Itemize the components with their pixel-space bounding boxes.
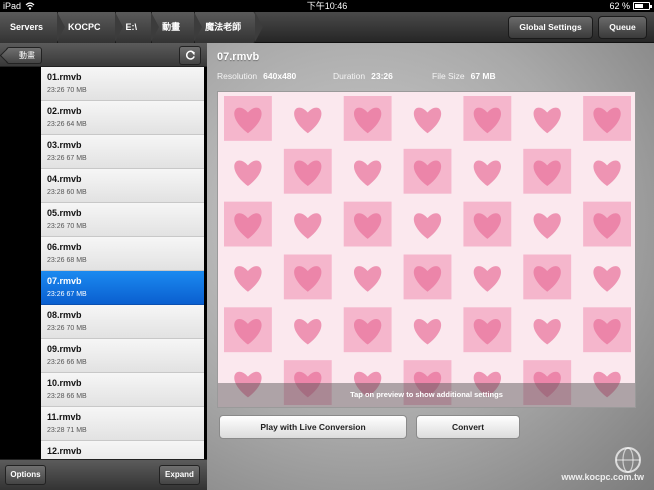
- file-name: 07.rmvb: [47, 276, 82, 286]
- file-row[interactable]: 08.rmvb 23:26 70 MB: [41, 305, 204, 339]
- file-size: 71 MB: [66, 427, 87, 434]
- file-duration: 23:26: [47, 87, 65, 94]
- file-name: 09.rmvb: [47, 344, 82, 354]
- file-name: 12.rmvb: [47, 446, 82, 456]
- play-live-conversion-button[interactable]: Play with Live Conversion: [219, 415, 407, 439]
- duration-info: Duration 23:26: [333, 71, 393, 81]
- file-list[interactable]: 01.rmvb 23:26 70 MB 02.rmvb 23:26 64 MB 03.r…: [41, 67, 204, 459]
- file-duration: 23:26: [47, 121, 65, 128]
- status-time: 下午10:46: [306, 1, 348, 11]
- file-name: 11.rmvb: [47, 412, 82, 422]
- breadcrumb-item[interactable]: Servers: [0, 12, 66, 43]
- file-duration: 23:28: [47, 427, 65, 434]
- file-name: 01.rmvb: [47, 72, 82, 82]
- global-settings-button[interactable]: Global Settings: [508, 16, 593, 39]
- file-title: 07.rmvb: [217, 51, 260, 63]
- file-name: 10.rmvb: [47, 378, 82, 388]
- file-row[interactable]: 12.rmvb: [41, 441, 204, 459]
- file-size: 67 MB: [66, 155, 87, 162]
- file-name: 02.rmvb: [47, 106, 82, 116]
- file-meta: 23:28 66 MB: [47, 393, 87, 400]
- back-button[interactable]: 動畫: [6, 47, 42, 64]
- file-row[interactable]: 07.rmvb 23:26 67 MB: [41, 271, 204, 305]
- file-row[interactable]: 11.rmvb 23:28 71 MB: [41, 407, 204, 441]
- file-row[interactable]: 01.rmvb 23:26 70 MB: [41, 67, 204, 101]
- refresh-icon: [185, 50, 195, 60]
- refresh-button[interactable]: [179, 46, 201, 65]
- file-duration: 23:26: [47, 359, 65, 366]
- file-name: 08.rmvb: [47, 310, 82, 320]
- convert-button[interactable]: Convert: [416, 415, 520, 439]
- breadcrumb-item[interactable]: 魔法老師: [195, 12, 264, 43]
- file-name: 03.rmvb: [47, 140, 82, 150]
- resolution-info: Resolution 640x480: [217, 71, 296, 81]
- breadcrumb-item[interactable]: KOCPC: [58, 12, 123, 43]
- expand-button[interactable]: Expand: [159, 465, 200, 485]
- file-meta: 23:28 71 MB: [47, 427, 87, 434]
- resolution-label: Resolution: [217, 71, 258, 81]
- preview-hint: Tap on preview to show additional settin…: [218, 383, 635, 407]
- file-meta: 23:26 70 MB: [47, 87, 87, 94]
- file-size: 67 MB: [66, 291, 87, 298]
- file-name: 05.rmvb: [47, 208, 82, 218]
- file-name: 06.rmvb: [47, 242, 82, 252]
- file-duration: 23:26: [47, 223, 65, 230]
- file-size: 70 MB: [66, 223, 87, 230]
- file-row[interactable]: 06.rmvb 23:26 68 MB: [41, 237, 204, 271]
- file-row[interactable]: 02.rmvb 23:26 64 MB: [41, 101, 204, 135]
- file-size: 70 MB: [66, 325, 87, 332]
- file-meta: 23:26 67 MB: [47, 155, 87, 162]
- file-detail-panel: 07.rmvb Resolution 640x480 Duration 23:26 …: [207, 43, 654, 490]
- file-duration: 23:28: [47, 393, 65, 400]
- options-button[interactable]: Options: [5, 465, 46, 485]
- top-toolbar: Servers KOCPC E:\ 動畫 魔法老師 Global Settings Qu…: [0, 12, 654, 43]
- file-meta: 23:26 70 MB: [47, 223, 87, 230]
- file-meta: 23:26 70 MB: [47, 325, 87, 332]
- file-duration: 23:28: [47, 189, 65, 196]
- file-browser-pane: 動畫 01.rmvb 23:26 70 MB 02.rmvb 23:26 64 MB 0…: [0, 43, 207, 490]
- duration-value: 23:26: [371, 71, 393, 81]
- file-row[interactable]: 04.rmvb 23:28 60 MB: [41, 169, 204, 203]
- video-preview-frame: [218, 92, 635, 407]
- file-duration: 23:26: [47, 155, 65, 162]
- duration-label: Duration: [333, 71, 366, 81]
- file-duration: 23:26: [47, 257, 65, 264]
- video-preview[interactable]: Tap on preview to show additional settin…: [217, 91, 636, 408]
- file-browser-nav: 動畫: [0, 43, 207, 67]
- file-meta: 23:26 68 MB: [47, 257, 87, 264]
- file-row[interactable]: 10.rmvb 23:28 66 MB: [41, 373, 204, 407]
- battery-icon: [633, 2, 652, 10]
- breadcrumb: Servers KOCPC E:\ 動畫 魔法老師: [0, 12, 264, 43]
- file-duration: 23:26: [47, 325, 65, 332]
- file-size: 60 MB: [66, 189, 87, 196]
- file-size: 66 MB: [66, 393, 87, 400]
- file-size: 66 MB: [66, 359, 87, 366]
- file-meta: 23:26 66 MB: [47, 359, 87, 366]
- battery-percent: 62 %: [609, 1, 630, 11]
- filesize-value: 67 MB: [470, 71, 496, 81]
- file-row[interactable]: 09.rmvb 23:26 66 MB: [41, 339, 204, 373]
- watermark-text: www.kocpc.com.tw: [561, 472, 644, 482]
- watermark-logo: www.kocpc.com.tw: [506, 444, 646, 484]
- file-duration: 23:26: [47, 291, 65, 298]
- file-name: 04.rmvb: [47, 174, 82, 184]
- status-bar: iPad 下午10:46 62 %: [0, 0, 654, 12]
- filesize-label: File Size: [432, 71, 465, 81]
- file-meta: 23:26 67 MB: [47, 291, 87, 298]
- resolution-value: 640x480: [263, 71, 297, 81]
- file-size: 70 MB: [66, 87, 87, 94]
- file-browser-bottom-bar: Options Expand: [0, 459, 207, 490]
- filesize-info: File Size 67 MB: [432, 71, 496, 81]
- file-meta: 23:26 64 MB: [47, 121, 87, 128]
- battery-level: [635, 4, 643, 8]
- file-meta: 23:28 60 MB: [47, 189, 87, 196]
- file-row[interactable]: 03.rmvb 23:26 67 MB: [41, 135, 204, 169]
- file-size: 64 MB: [66, 121, 87, 128]
- queue-button[interactable]: Queue: [598, 16, 647, 39]
- file-row[interactable]: 05.rmvb 23:26 70 MB: [41, 203, 204, 237]
- file-size: 68 MB: [66, 257, 87, 264]
